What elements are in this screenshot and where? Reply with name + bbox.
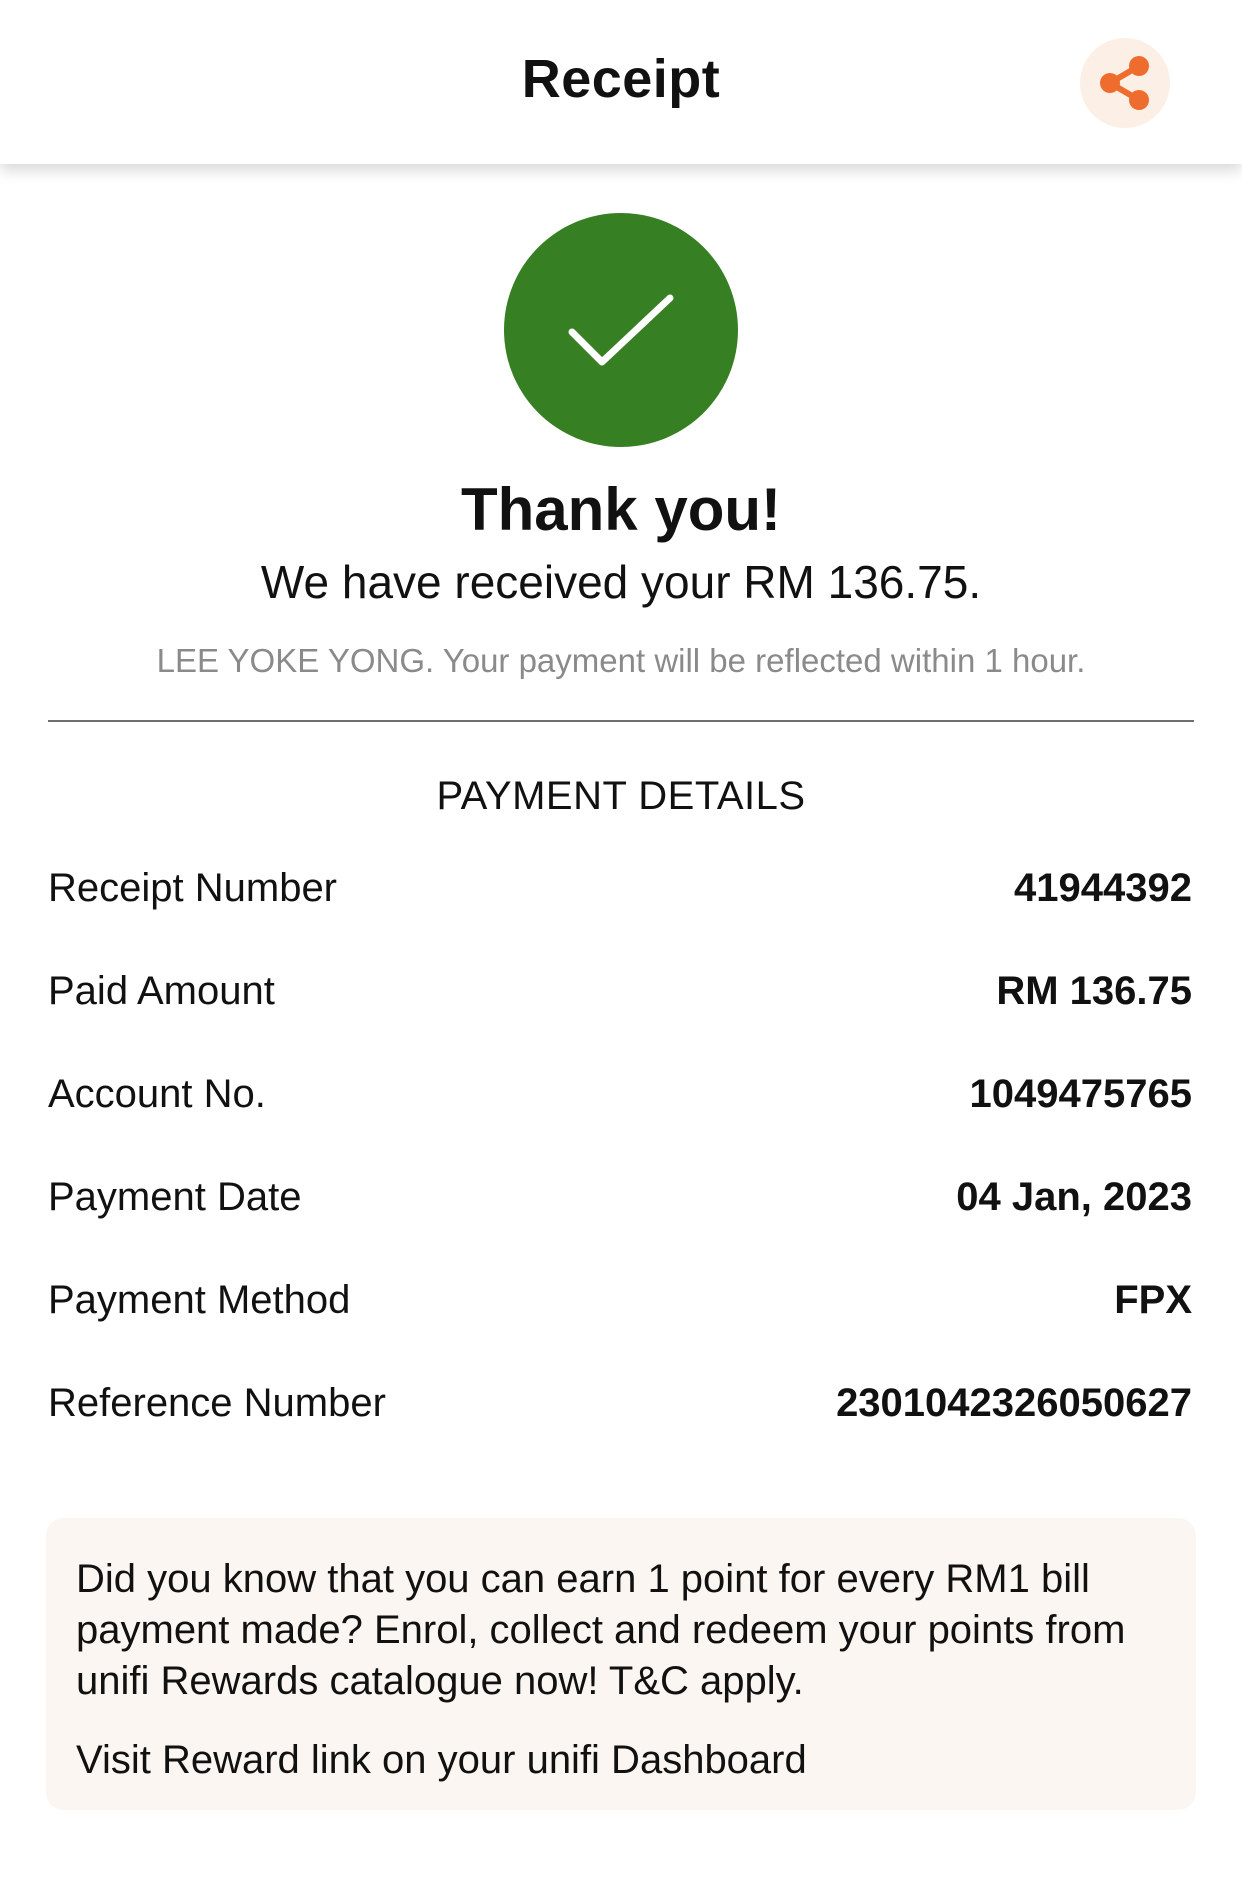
rewards-promo-text: Did you know that you can earn 1 point f… (76, 1557, 1126, 1703)
detail-label: Receipt Number (48, 866, 338, 910)
detail-row-paid-amount: Paid Amount RM 136.75 (48, 969, 1192, 1072)
app-header: Receipt (0, 0, 1242, 164)
detail-value: RM 136.75 (996, 969, 1192, 1013)
detail-label: Account No. (48, 1072, 266, 1116)
page-title: Receipt (521, 49, 721, 109)
share-icon (1100, 56, 1149, 110)
thank-you-heading: Thank you! (460, 476, 781, 543)
detail-row-reference-number: Reference Number 2301042326050627 (48, 1381, 1192, 1484)
detail-value: 41944392 (1014, 866, 1192, 910)
detail-label: Payment Method (48, 1278, 351, 1322)
detail-row-account-no: Account No. 1049475765 (48, 1072, 1192, 1175)
share-button[interactable] (1080, 38, 1170, 128)
payment-note: LEE YOKE YONG. Your payment will be refl… (156, 642, 1086, 679)
detail-value: 1049475765 (969, 1072, 1192, 1116)
detail-row-payment-method: Payment Method FPX (48, 1278, 1192, 1381)
received-message: We have received your RM 136.75. (260, 556, 982, 608)
detail-label: Reference Number (48, 1381, 386, 1425)
detail-value: 2301042326050627 (836, 1381, 1192, 1425)
detail-row-receipt-number: Receipt Number 41944392 (48, 866, 1192, 969)
checkmark-icon (568, 294, 674, 366)
detail-label: Paid Amount (48, 969, 275, 1013)
rewards-promo-box: Did you know that you can earn 1 point f… (46, 1518, 1196, 1810)
detail-value: 04 Jan, 2023 (956, 1175, 1192, 1219)
payment-details-title: PAYMENT DETAILS (436, 774, 806, 818)
detail-row-payment-date: Payment Date 04 Jan, 2023 (48, 1175, 1192, 1278)
divider (48, 720, 1194, 722)
detail-value: FPX (1114, 1278, 1192, 1322)
success-badge (504, 213, 738, 447)
detail-label: Payment Date (48, 1175, 302, 1219)
payment-details-list: Receipt Number 41944392 Paid Amount RM 1… (48, 866, 1192, 1484)
rewards-dashboard-link[interactable]: Visit Reward link on your unifi Dashboar… (76, 1735, 1168, 1786)
